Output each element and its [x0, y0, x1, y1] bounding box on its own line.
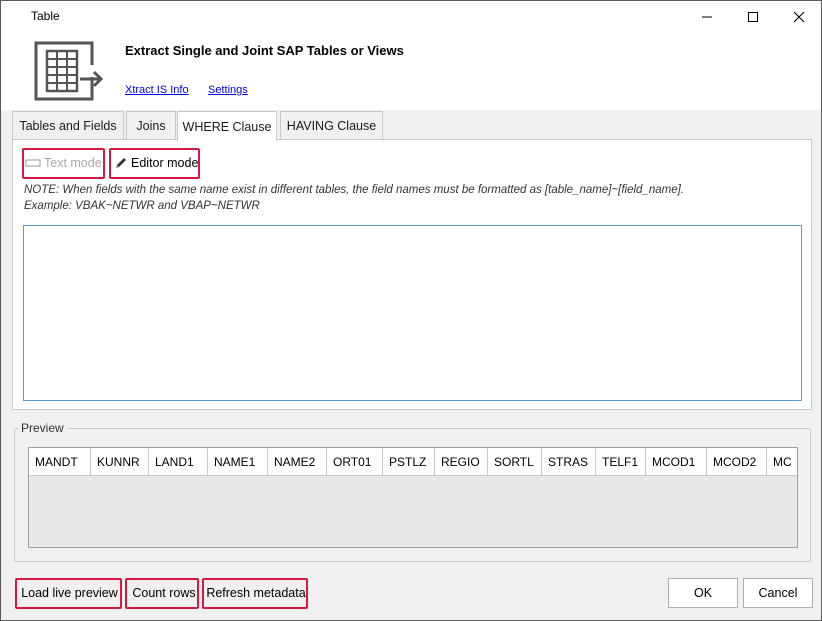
- column-header-ort01[interactable]: ORT01: [327, 448, 383, 476]
- table-extract-icon: [34, 41, 104, 101]
- maximize-icon: [748, 11, 758, 22]
- column-header-name1[interactable]: NAME1: [208, 448, 268, 476]
- pencil-icon: [116, 158, 126, 168]
- xtract-is-info-link[interactable]: Xtract IS Info: [125, 84, 189, 96]
- tab-joins[interactable]: Joins: [126, 111, 176, 139]
- tab-having-clause[interactable]: HAVING Clause: [280, 111, 383, 139]
- column-header-land1[interactable]: LAND1: [149, 448, 208, 476]
- tab-tables-and-fields[interactable]: Tables and Fields: [12, 111, 124, 139]
- column-header-sortl[interactable]: SORTL: [488, 448, 542, 476]
- editor-mode-label: Editor mode: [131, 156, 199, 170]
- ok-button[interactable]: OK: [668, 578, 738, 608]
- text-mode-button[interactable]: Text mode: [25, 149, 102, 177]
- dialog-title: Extract Single and Joint SAP Tables or V…: [125, 43, 404, 58]
- column-header-regio[interactable]: REGIO: [435, 448, 488, 476]
- preview-grid-header: MANDT KUNNR LAND1 NAME1 NAME2 ORT01 PSTL…: [29, 448, 797, 476]
- title-bar: Table: [1, 1, 821, 32]
- column-header-mcod1[interactable]: MCOD1: [646, 448, 707, 476]
- column-header-pstlz[interactable]: PSTLZ: [383, 448, 435, 476]
- preview-grid[interactable]: MANDT KUNNR LAND1 NAME1 NAME2 ORT01 PSTL…: [28, 447, 798, 548]
- count-rows-button[interactable]: Count rows: [129, 578, 199, 608]
- where-clause-editor[interactable]: [23, 225, 802, 401]
- maximize-button[interactable]: [730, 1, 776, 32]
- column-header-telf1[interactable]: TELF1: [596, 448, 646, 476]
- column-header-name2[interactable]: NAME2: [268, 448, 327, 476]
- load-live-preview-button[interactable]: Load live preview: [19, 578, 120, 608]
- column-header-stras[interactable]: STRAS: [542, 448, 596, 476]
- field-name-example: Example: VBAK~NETWR and VBAP~NETWR: [24, 200, 260, 212]
- table-dialog: Table Extract Single and Joint SAP Table…: [0, 0, 822, 621]
- close-icon: [793, 11, 805, 22]
- editor-mode-button[interactable]: Editor mode: [114, 149, 198, 177]
- field-name-note: NOTE: When fields with the same name exi…: [24, 184, 684, 196]
- minimize-icon: [702, 16, 712, 17]
- textbox-icon: [25, 159, 41, 167]
- cancel-button[interactable]: Cancel: [743, 578, 813, 608]
- window-title: Table: [31, 9, 60, 23]
- refresh-metadata-button[interactable]: Refresh metadata: [206, 578, 306, 608]
- column-header-mcod2[interactable]: MCOD2: [707, 448, 767, 476]
- dialog-header: Extract Single and Joint SAP Tables or V…: [1, 32, 821, 110]
- column-header-mc[interactable]: MC: [767, 448, 797, 476]
- column-header-mandt[interactable]: MANDT: [29, 448, 91, 476]
- close-button[interactable]: [776, 1, 822, 32]
- settings-link[interactable]: Settings: [208, 84, 248, 96]
- column-header-kunnr[interactable]: KUNNR: [91, 448, 149, 476]
- tab-where-clause[interactable]: WHERE Clause: [177, 111, 277, 141]
- minimize-button[interactable]: [684, 1, 730, 32]
- text-mode-label: Text mode: [44, 156, 102, 170]
- preview-legend: Preview: [18, 421, 67, 435]
